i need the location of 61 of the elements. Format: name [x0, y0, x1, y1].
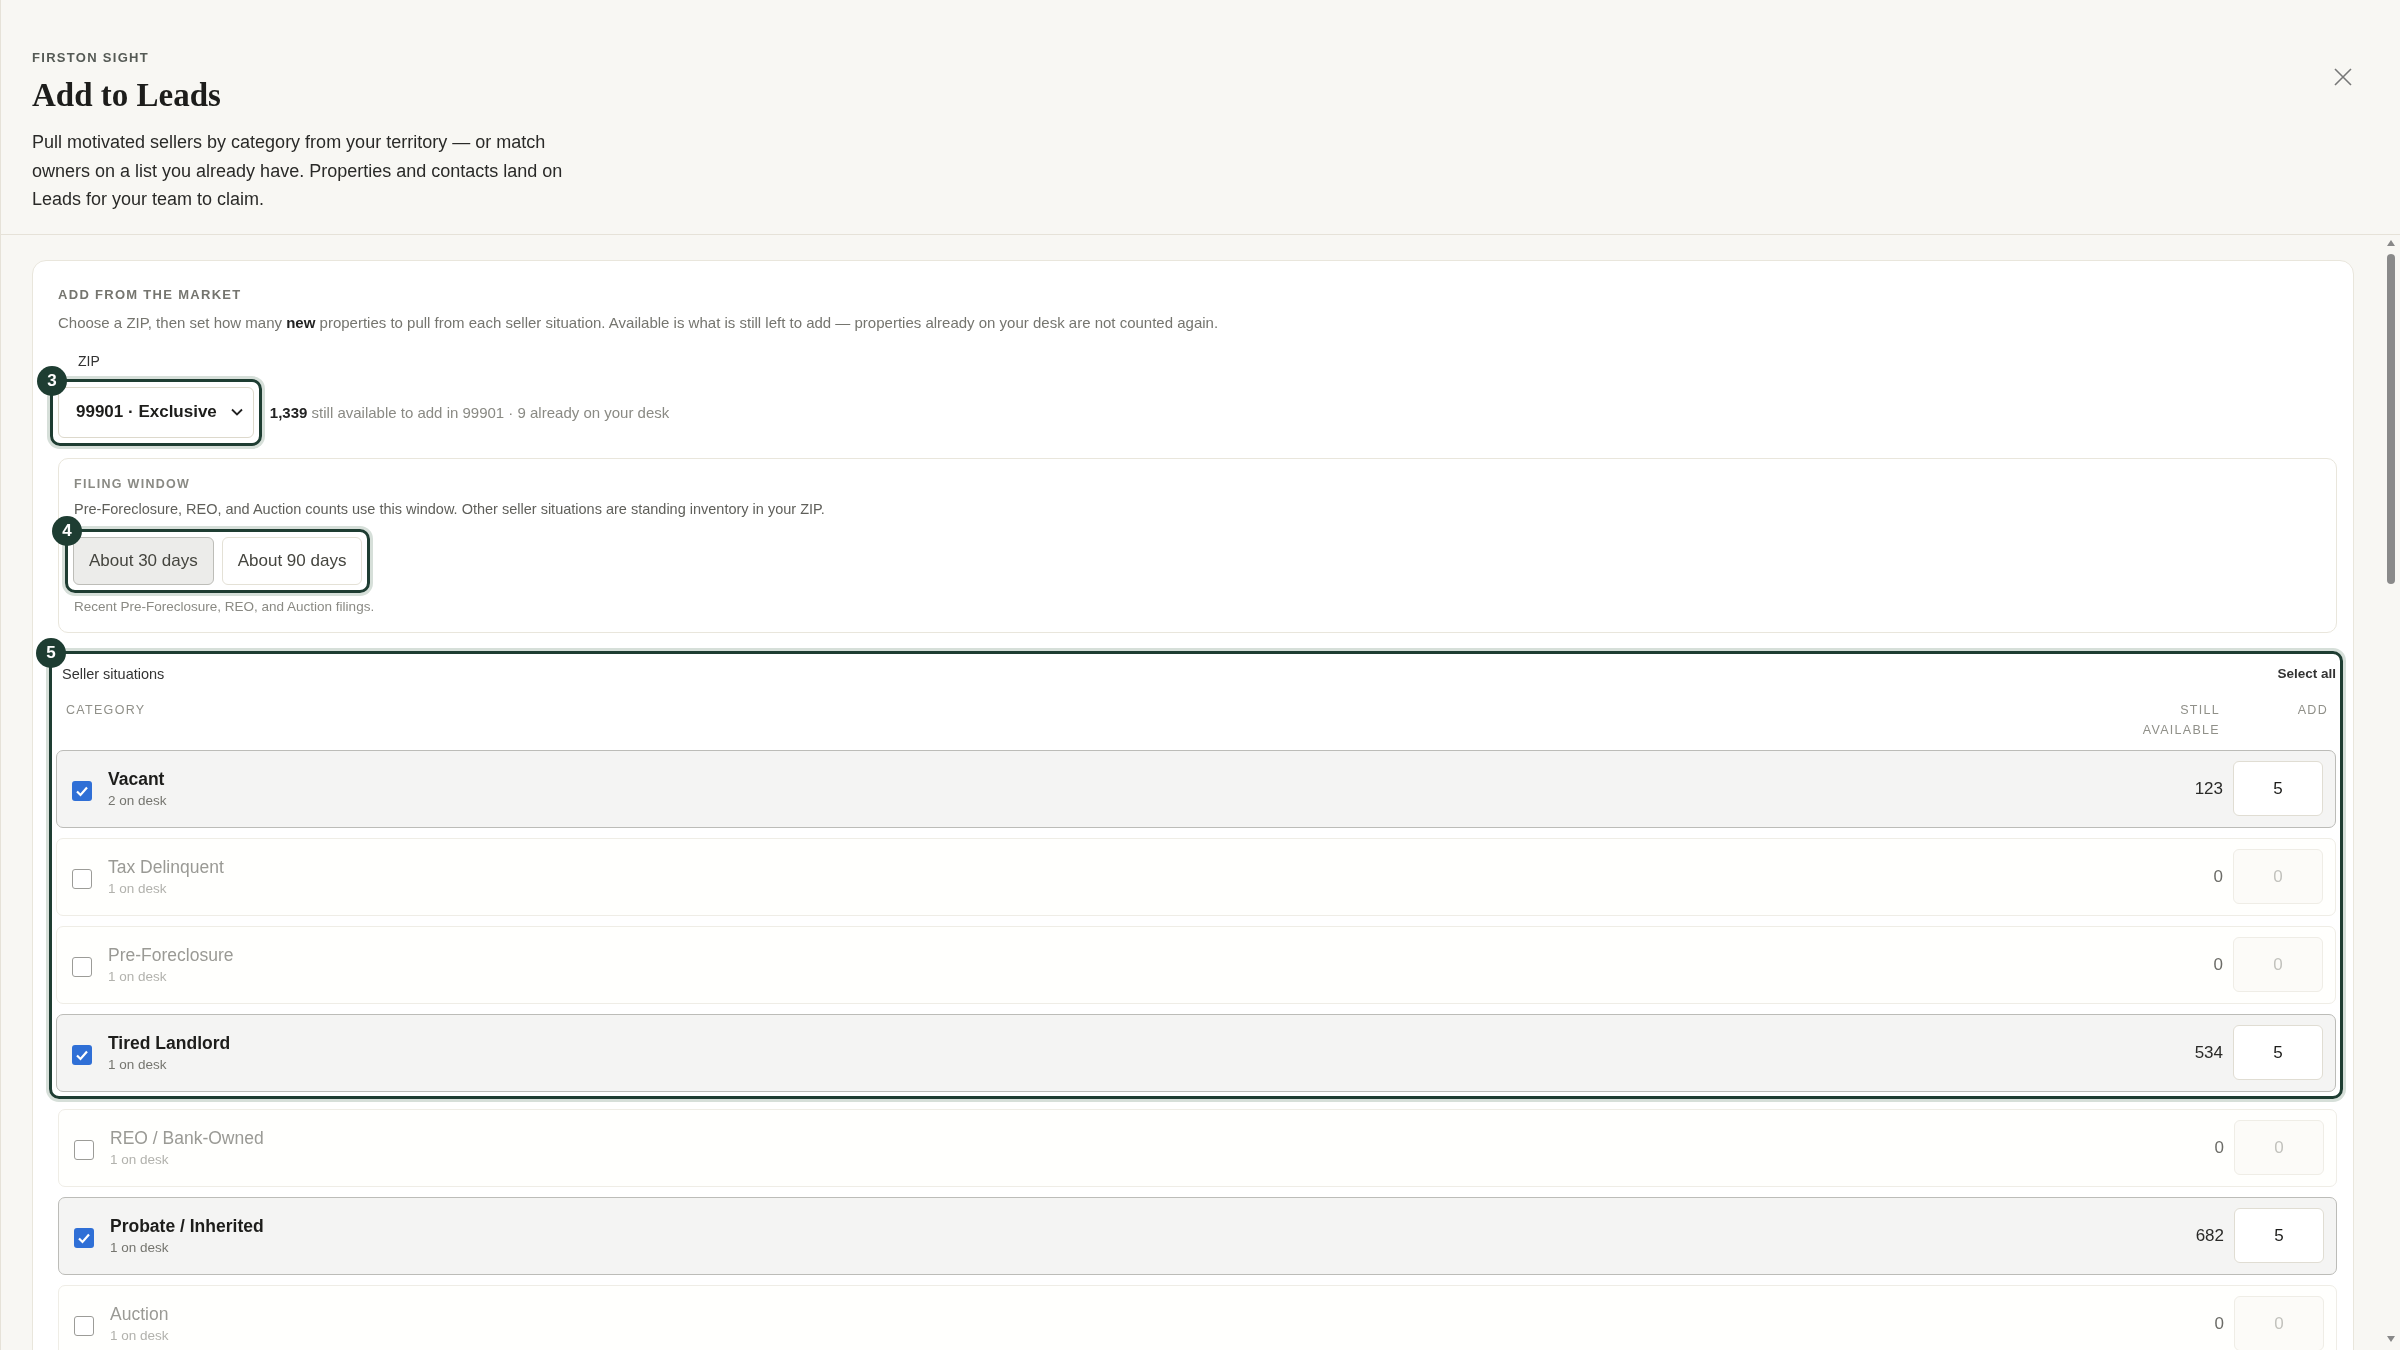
available-count: 682 — [2195, 1225, 2224, 1246]
available-count: 0 — [2213, 866, 2223, 887]
category-name: Tax Delinquent — [108, 857, 225, 878]
close-icon — [2333, 67, 2353, 87]
checkbox[interactable] — [72, 780, 92, 801]
zip-select[interactable]: 99901 · Exclusive — [58, 386, 254, 438]
seller-row[interactable]: Auction 1 on desk 0 0 — [58, 1284, 2337, 1350]
seller-row[interactable]: REO / Bank-Owned 1 on desk 0 0 — [58, 1108, 2337, 1187]
availability-text: 1,339 still available to add in 99901 · 9 already on your desk — [269, 403, 670, 421]
available-count: 0 — [2214, 1137, 2224, 1158]
column-header: ADD — [2296, 701, 2328, 719]
checkbox[interactable] — [72, 1044, 92, 1065]
seller-row[interactable]: Probate / Inherited 1 on desk 682 5 — [58, 1196, 2337, 1275]
on-desk-count: 1 on desk — [110, 1152, 170, 1167]
add-count-field[interactable]: 5 — [2233, 1025, 2323, 1080]
available-count: 0 — [2214, 1313, 2224, 1334]
checkbox[interactable] — [72, 868, 92, 889]
checkbox[interactable] — [74, 1227, 94, 1248]
on-desk-count: 1 on desk — [110, 1240, 170, 1255]
step-badge: 5 — [36, 637, 66, 668]
on-desk-count: 2 on desk — [108, 793, 168, 808]
section-description: Choose a ZIP, then set how many new properties to pull from each seller situation. Available is what is still left to add — properties already on your desk are not counted again. — [58, 313, 1220, 331]
seller-situations-title: Seller situations — [62, 665, 165, 682]
filing-window-hint: Recent Pre-Foreclosure, REO, and Auction filings. — [74, 598, 376, 614]
section-heading: ADD FROM THE MARKET — [58, 286, 243, 302]
seller-row[interactable]: Tired Landlord 1 on desk 534 5 — [56, 1013, 2336, 1092]
filing-window-heading: FILING WINDOW — [74, 476, 192, 491]
step-badge: 4 — [52, 515, 82, 546]
checkbox[interactable] — [72, 956, 92, 977]
available-count: 123 — [2194, 778, 2223, 799]
category-name: Probate / Inherited — [110, 1216, 265, 1237]
available-count: 534 — [2194, 1042, 2223, 1063]
window-option[interactable]: About 30 days — [73, 536, 214, 585]
on-desk-count: 1 on desk — [108, 969, 168, 984]
seller-row[interactable]: Pre-Foreclosure 1 on desk 0 0 — [56, 925, 2336, 1004]
seller-row[interactable]: Vacant 2 on desk 123 5 — [56, 749, 2336, 828]
column-header: CATEGORY — [66, 701, 147, 719]
category-name: Tired Landlord — [108, 1033, 232, 1054]
category-name: Vacant — [108, 769, 166, 790]
step-badge: 3 — [37, 365, 67, 396]
add-count-field[interactable]: 5 — [2234, 1208, 2324, 1263]
checkbox[interactable] — [74, 1315, 94, 1336]
checkbox[interactable] — [74, 1139, 94, 1160]
on-desk-count: 1 on desk — [108, 881, 168, 896]
window-option[interactable]: About 90 days — [221, 536, 363, 585]
add-count-field[interactable]: 5 — [2233, 761, 2323, 816]
page-title: Add to Leads — [32, 77, 221, 114]
select-all-link[interactable]: Select all — [2277, 665, 2336, 682]
column-header: STILL AVAILABLE — [2141, 701, 2221, 739]
zip-label: ZIP — [78, 352, 101, 369]
intro-text: Pull motivated sellers by category from your territory — or match owners on a list you already have. Properties and contacts land on Leads for your team to claim. — [32, 131, 564, 211]
category-name: Auction — [110, 1304, 170, 1325]
filing-window-description: Pre-Foreclosure, REO, and Auction counts use this window. Other seller situations are standing inventory in your ZIP. — [74, 500, 826, 517]
brand-name: FIRSTON SIGHT — [32, 50, 151, 65]
category-name: REO / Bank-Owned — [110, 1128, 265, 1149]
on-desk-count: 1 on desk — [108, 1057, 168, 1072]
on-desk-count: 1 on desk — [110, 1328, 170, 1343]
seller-row[interactable]: Tax Delinquent 1 on desk 0 0 — [56, 837, 2336, 916]
category-name: Pre-Foreclosure — [108, 945, 235, 966]
available-count: 0 — [2213, 954, 2223, 975]
chevron-down-icon — [230, 408, 243, 416]
